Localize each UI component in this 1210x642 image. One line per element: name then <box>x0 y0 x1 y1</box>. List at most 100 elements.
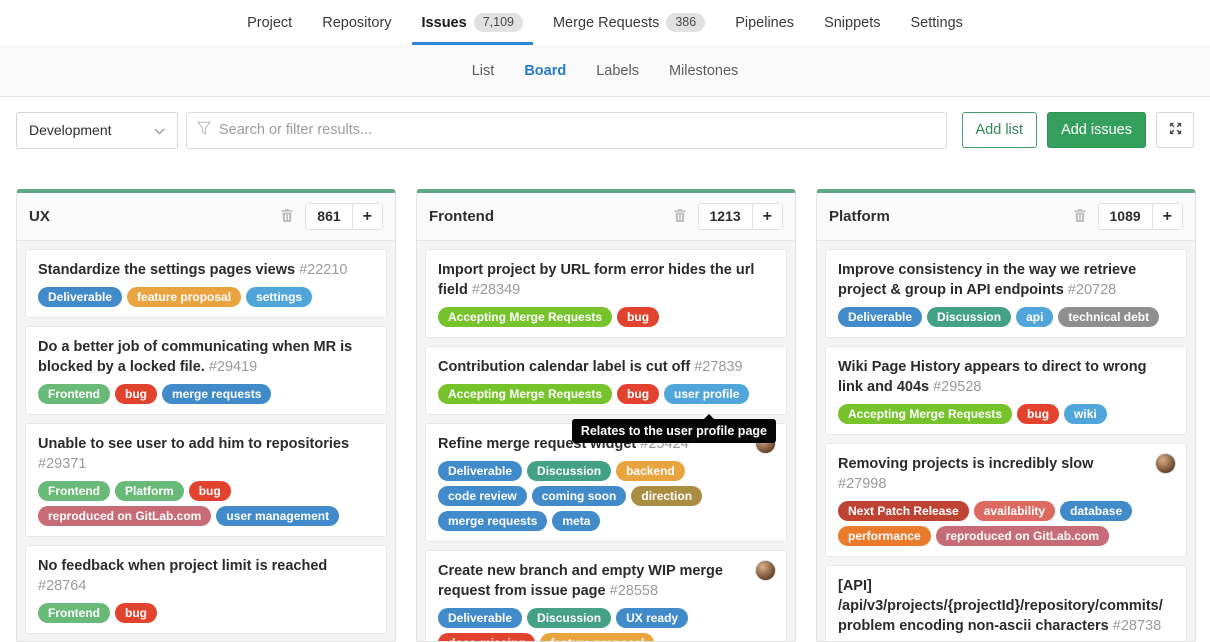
label-reproduced-on-gitlab-com[interactable]: reproduced on GitLab.com <box>936 526 1109 546</box>
trash-icon <box>673 208 687 226</box>
trash-icon <box>1073 208 1087 226</box>
issue-card[interactable]: Wiki Page History appears to direct to w… <box>825 346 1187 435</box>
list-issue-count: 1213 <box>699 204 752 229</box>
add-list-button[interactable]: Add list <box>962 112 1038 148</box>
label-bug[interactable]: bug <box>115 603 157 623</box>
label-bug[interactable]: bug <box>617 307 659 327</box>
label-backend[interactable]: backend <box>616 461 685 481</box>
label-frontend[interactable]: Frontend <box>38 384 110 404</box>
label-docs-missing[interactable]: docs-missing <box>438 633 535 641</box>
label-accepting-merge-requests[interactable]: Accepting Merge Requests <box>438 384 612 404</box>
label-technical-debt[interactable]: technical debt <box>1058 307 1159 327</box>
label-discussion[interactable]: Discussion <box>527 608 611 628</box>
issue-board: UX861+Standardize the settings pages vie… <box>0 189 1210 642</box>
label-deliverable[interactable]: Deliverable <box>838 307 922 327</box>
label-deliverable[interactable]: Deliverable <box>38 287 122 307</box>
label-user-management[interactable]: user management <box>216 506 339 526</box>
issue-labels: Frontendbug <box>38 603 374 623</box>
issue-title-text: Standardize the settings pages views <box>38 262 299 278</box>
issue-title: Standardize the settings pages views #22… <box>38 260 374 280</box>
issue-card[interactable]: Unable to see user to add him to reposit… <box>25 423 387 537</box>
nav-tab-merge-requests[interactable]: Merge Requests386 <box>553 0 705 45</box>
label-deliverable[interactable]: Deliverable <box>438 608 522 628</box>
delete-list-button[interactable] <box>671 206 689 228</box>
label-frontend[interactable]: Frontend <box>38 603 110 623</box>
label-settings[interactable]: settings <box>246 287 312 307</box>
label-reproduced-on-gitlab-com[interactable]: reproduced on GitLab.com <box>38 506 211 526</box>
label-ux-ready[interactable]: UX ready <box>616 608 688 628</box>
issue-card[interactable]: [API] /api/v3/projects/{projectId}/repos… <box>825 565 1187 641</box>
issue-number: #28349 <box>472 282 520 298</box>
list-counter: 1089+ <box>1098 203 1184 230</box>
label-database[interactable]: database <box>1060 501 1132 521</box>
issue-card[interactable]: Removing projects is incredibly slow #27… <box>825 443 1187 557</box>
label-bug[interactable]: bug <box>1017 404 1059 424</box>
add-issue-to-list-button[interactable]: + <box>352 204 382 229</box>
label-deliverable[interactable]: Deliverable <box>438 461 522 481</box>
label-bug[interactable]: bug <box>189 481 231 501</box>
issue-card[interactable]: Improve consistency in the way we retrie… <box>825 249 1187 338</box>
label-frontend[interactable]: Frontend <box>38 481 110 501</box>
nav-tab-settings[interactable]: Settings <box>911 0 963 45</box>
issue-title: Wiki Page History appears to direct to w… <box>838 357 1174 397</box>
search-filter-box[interactable] <box>186 112 947 149</box>
nav-tab-issues[interactable]: Issues7,109 <box>422 0 523 45</box>
subnav-tab-milestones[interactable]: Milestones <box>669 63 738 79</box>
label-direction[interactable]: direction <box>631 486 702 506</box>
assignee-avatar[interactable] <box>755 560 776 581</box>
add-issue-to-list-button[interactable]: + <box>1152 204 1182 229</box>
issue-card[interactable]: Standardize the settings pages views #22… <box>25 249 387 318</box>
fullscreen-button[interactable] <box>1156 112 1194 148</box>
issue-card[interactable]: No feedback when project limit is reache… <box>25 545 387 634</box>
delete-list-button[interactable] <box>1071 206 1089 228</box>
issue-labels: FrontendPlatformbug reproduced on GitLab.… <box>38 481 374 526</box>
issue-card[interactable]: Import project by URL form error hides t… <box>425 249 787 338</box>
label-coming-soon[interactable]: coming soon <box>532 486 627 506</box>
board-switcher-dropdown[interactable]: Development <box>16 112 178 149</box>
label-discussion[interactable]: Discussion <box>927 307 1011 327</box>
label-merge-requests[interactable]: merge requests <box>162 384 271 404</box>
label-performance[interactable]: performance <box>838 526 931 546</box>
nav-tab-repository[interactable]: Repository <box>322 0 391 45</box>
label-meta[interactable]: meta <box>552 511 600 531</box>
issue-card[interactable]: Contribution calendar label is cut off #… <box>425 346 787 415</box>
label-feature-proposal[interactable]: feature proposal <box>540 633 654 641</box>
label-wiki[interactable]: wiki <box>1064 404 1107 424</box>
issue-number: #28738 <box>1113 618 1161 634</box>
card-list: Improve consistency in the way we retrie… <box>817 241 1195 641</box>
nav-tab-snippets[interactable]: Snippets <box>824 0 880 45</box>
label-user-profile[interactable]: user profile <box>664 384 749 404</box>
nav-tab-project[interactable]: Project <box>247 0 292 45</box>
label-api[interactable]: api <box>1016 307 1053 327</box>
label-accepting-merge-requests[interactable]: Accepting Merge Requests <box>838 404 1012 424</box>
label-accepting-merge-requests[interactable]: Accepting Merge Requests <box>438 307 612 327</box>
assignee-avatar[interactable] <box>1155 453 1176 474</box>
issue-card[interactable]: Do a better job of communicating when MR… <box>25 326 387 415</box>
chevron-down-icon <box>154 122 165 138</box>
subnav-tab-list[interactable]: List <box>472 63 495 79</box>
issue-card[interactable]: Create new branch and empty WIP merge re… <box>425 550 787 641</box>
label-feature-proposal[interactable]: feature proposal <box>127 287 241 307</box>
label-bug[interactable]: bug <box>115 384 157 404</box>
search-input[interactable] <box>219 122 936 138</box>
label-availability[interactable]: availability <box>974 501 1055 521</box>
label-code-review[interactable]: code review <box>438 486 527 506</box>
issue-title: Do a better job of communicating when MR… <box>38 337 374 377</box>
add-issues-button[interactable]: Add issues <box>1047 112 1146 148</box>
delete-list-button[interactable] <box>278 206 296 228</box>
add-issue-to-list-button[interactable]: + <box>752 204 782 229</box>
subnav-tab-labels[interactable]: Labels <box>596 63 639 79</box>
label-discussion[interactable]: Discussion <box>527 461 611 481</box>
column-title: Frontend <box>429 208 671 225</box>
label-platform[interactable]: Platform <box>115 481 184 501</box>
project-nav: Project Repository Issues7,109 Merge Reques… <box>0 0 1210 45</box>
nav-tab-pipelines[interactable]: Pipelines <box>735 0 794 45</box>
issue-number: #29371 <box>38 456 86 472</box>
label-bug[interactable]: bug <box>617 384 659 404</box>
issue-number: #27998 <box>838 476 886 492</box>
subnav-tab-board[interactable]: Board <box>524 63 566 79</box>
label-next-patch-release[interactable]: Next Patch Release <box>838 501 969 521</box>
nav-tab-label: Merge Requests <box>553 15 659 31</box>
label-merge-requests[interactable]: merge requests <box>438 511 547 531</box>
label-tooltip: Relates to the user profile page <box>572 419 776 443</box>
